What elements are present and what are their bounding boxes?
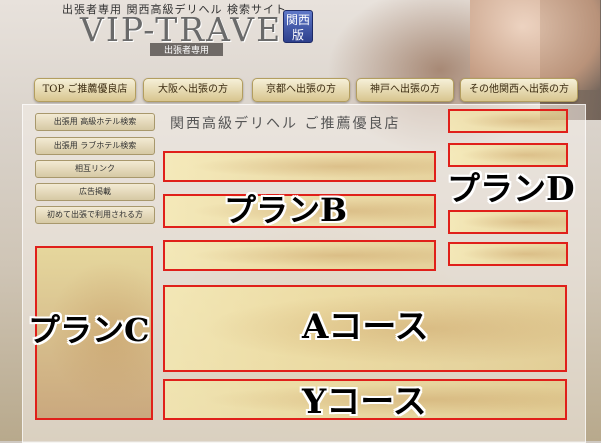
nav-kyoto[interactable]: 京都へ出張の方: [252, 78, 350, 102]
plan-b-banner[interactable]: [163, 151, 436, 182]
nav-osaka[interactable]: 大阪へ出張の方: [143, 78, 243, 102]
sidebar-item-first-time-guide[interactable]: 初めて出張で利用される方: [35, 206, 155, 224]
y-course-label: Yコース: [302, 382, 427, 422]
sidebar-item-luxury-hotel-search[interactable]: 出張用 高級ホテル検索: [35, 113, 155, 131]
nav-kobe[interactable]: 神戸へ出張の方: [356, 78, 454, 102]
plan-d-banner[interactable]: [448, 210, 568, 234]
nav-other-kansai[interactable]: その他関西へ出張の方: [460, 78, 578, 102]
a-course-label: Aコース: [302, 307, 429, 347]
region-seal: 関西 版: [283, 10, 313, 43]
plan-c-label: プランC: [28, 311, 150, 349]
sidebar-item-love-hotel-search[interactable]: 出張用 ラブホテル検索: [35, 137, 155, 155]
seal-line-2: 版: [291, 28, 304, 42]
plan-d-banner[interactable]: [448, 109, 568, 133]
sidebar-item-mutual-links[interactable]: 相互リンク: [35, 160, 155, 178]
sidebar-item-advertising[interactable]: 広告掲載: [35, 183, 155, 201]
nav-top[interactable]: TOP ご推薦優良店: [34, 78, 136, 102]
plan-d-label: プランD: [447, 169, 575, 208]
seal-line-1: 関西: [285, 13, 310, 27]
panel-title: 関西高級デリヘル ご推薦優良店: [170, 116, 401, 132]
background-figure: [470, 0, 600, 90]
plan-d-banner[interactable]: [448, 242, 568, 266]
plan-d-banner[interactable]: [448, 143, 568, 167]
plan-b-banner[interactable]: [163, 240, 436, 271]
plan-b-label: プランB: [224, 191, 348, 229]
logo-subtitle: 出張者専用: [150, 43, 224, 56]
